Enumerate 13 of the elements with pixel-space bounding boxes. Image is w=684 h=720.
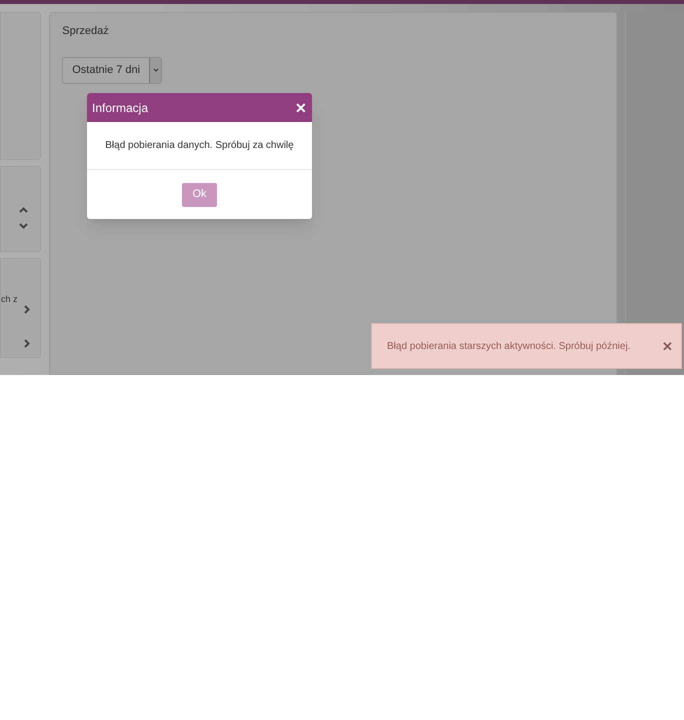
caret-icon [152, 68, 159, 72]
close-button[interactable]: ✕ [662, 340, 673, 352]
chevron-down-icon[interactable] [19, 223, 28, 229]
chevron-right-icon[interactable] [24, 339, 30, 348]
sidebar-text: ch z [1, 293, 18, 306]
dialog-title: Informacja [92, 100, 148, 116]
toast-message: Błąd pobierania starszych aktywności. Spróbuj później. [387, 340, 630, 354]
chevron-up-icon[interactable] [19, 207, 28, 213]
close-button[interactable]: ✕ [295, 100, 307, 114]
dialog-message: Błąd pobierania danych. Spróbuj za chwilę [87, 122, 312, 170]
panel-title: Sprzedaż [62, 24, 110, 39]
chevron-right-icon[interactable] [24, 305, 30, 314]
period-select[interactable]: Ostatnie 7 dni [62, 56, 162, 84]
